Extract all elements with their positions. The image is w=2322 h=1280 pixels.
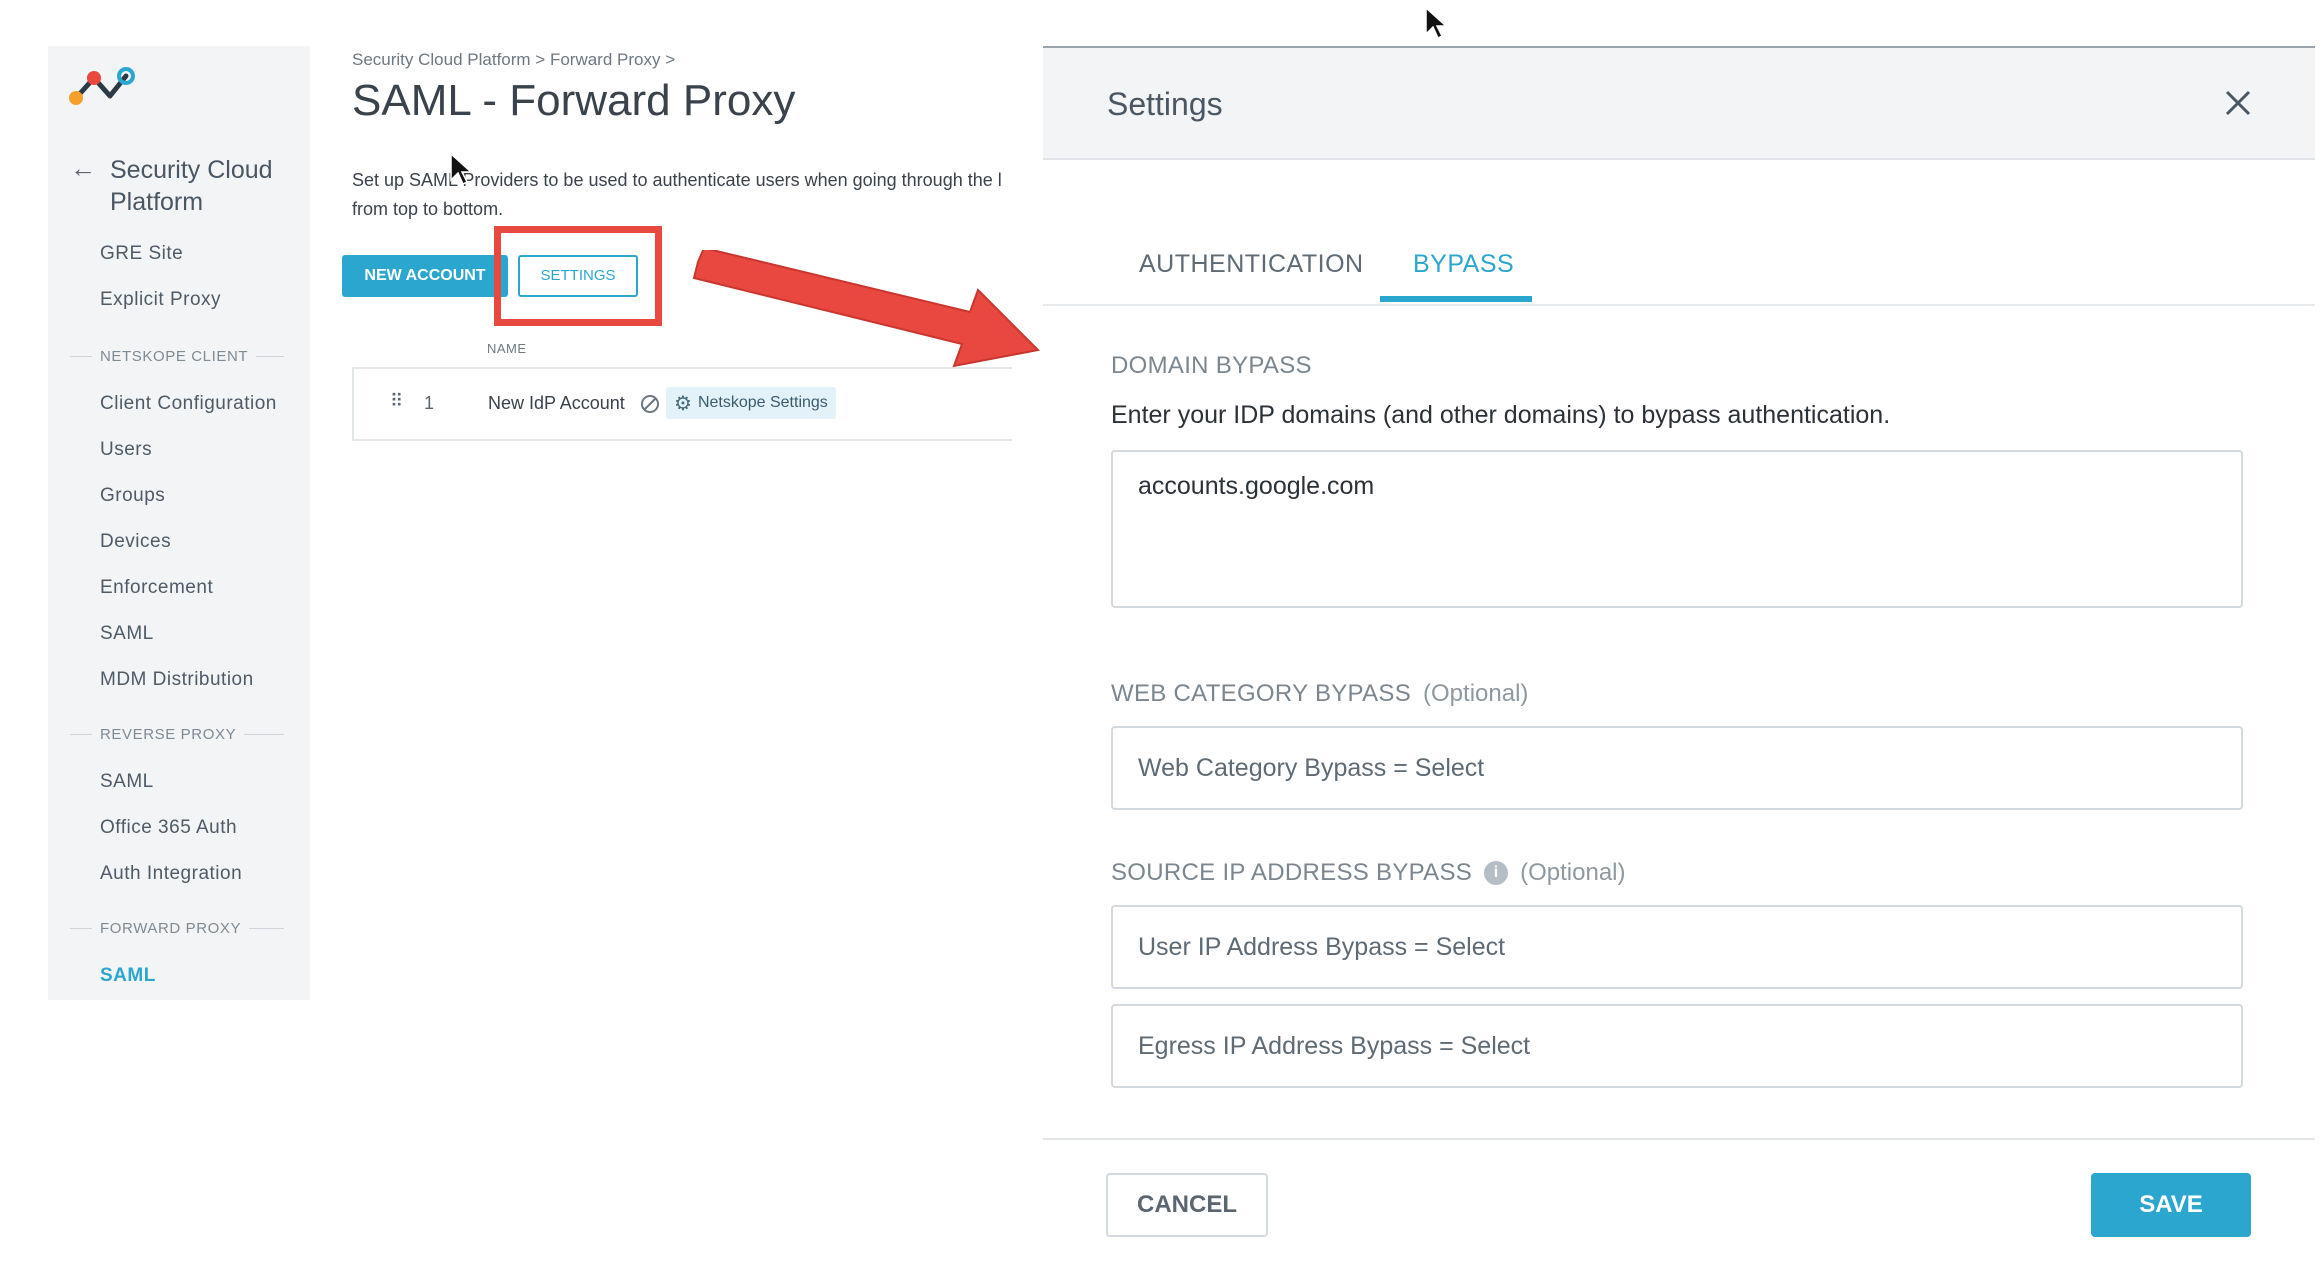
new-account-button[interactable]: NEW ACCOUNT: [342, 255, 508, 297]
description-line-2: from top to bottom.: [352, 199, 504, 219]
sidebar-item-saml-forward[interactable]: SAML: [100, 965, 156, 987]
back-link[interactable]: ← Security Cloud Platform: [70, 154, 310, 218]
section-title: REVERSE PROXY: [100, 726, 237, 743]
sidebar-section-netskope-client: NETSKOPE CLIENT: [70, 348, 284, 365]
gear-icon: ⚙: [674, 392, 692, 415]
footer-divider: [1043, 1138, 2315, 1140]
close-icon[interactable]: [2221, 86, 2255, 120]
sidebar-item-saml-reverse[interactable]: SAML: [100, 771, 154, 793]
sidebar-item-enforcement[interactable]: Enforcement: [100, 577, 213, 599]
web-category-bypass-select[interactable]: Web Category Bypass = Select: [1111, 726, 2243, 810]
chip-label: Netskope Settings: [697, 394, 828, 411]
web-category-bypass-title: WEB CATEGORY BYPASS: [1111, 680, 1412, 707]
sidebar-item-saml-client[interactable]: SAML: [100, 623, 154, 645]
domain-bypass-input[interactable]: accounts.google.com: [1111, 450, 2243, 608]
settings-modal: Settings AUTHENTICATION BYPASS DOMAIN BY…: [1043, 46, 2315, 1280]
web-category-bypass-heading: WEB CATEGORY BYPASS (Optional): [1111, 680, 1528, 708]
sidebar-item-groups[interactable]: Groups: [100, 485, 165, 507]
sidebar-item-devices[interactable]: Devices: [100, 531, 171, 553]
modal-title: Settings: [1107, 86, 1223, 122]
disabled-icon: [641, 395, 659, 413]
domain-bypass-heading: DOMAIN BYPASS: [1111, 352, 1312, 379]
sidebar-item-mdm-distribution[interactable]: MDM Distribution: [100, 669, 254, 691]
tab-authentication[interactable]: AUTHENTICATION: [1139, 250, 1364, 279]
sidebar-item-users[interactable]: Users: [100, 439, 152, 461]
section-title: NETSKOPE CLIENT: [100, 348, 249, 365]
table-row[interactable]: ⠿ 1 New IdP Account ⚙ Netskope Settings: [352, 367, 1012, 441]
optional-label: (Optional): [1520, 859, 1626, 886]
settings-highlight-box: [494, 226, 662, 326]
column-header-name: NAME: [487, 341, 527, 356]
user-ip-bypass-select[interactable]: User IP Address Bypass = Select: [1111, 905, 2243, 989]
active-tab-indicator: [1380, 296, 1532, 302]
modal-header: Settings: [1043, 48, 2315, 160]
annotation-arrow: [692, 250, 1040, 368]
sidebar-item-auth-integration[interactable]: Auth Integration: [100, 863, 242, 885]
section-title: FORWARD PROXY: [100, 920, 242, 937]
netskope-settings-chip[interactable]: ⚙ Netskope Settings: [666, 387, 836, 419]
domain-bypass-description: Enter your IDP domains (and other domain…: [1111, 401, 1891, 429]
netskope-logo[interactable]: [68, 66, 136, 106]
modal-tabs: AUTHENTICATION BYPASS: [1043, 160, 2315, 306]
cancel-button[interactable]: CANCEL: [1106, 1173, 1268, 1237]
tab-bypass[interactable]: BYPASS: [1413, 250, 1514, 279]
sidebar-item-office-365-auth[interactable]: Office 365 Auth: [100, 817, 237, 839]
source-ip-bypass-title: SOURCE IP ADDRESS BYPASS: [1111, 859, 1473, 886]
breadcrumb[interactable]: Security Cloud Platform > Forward Proxy …: [352, 50, 675, 70]
sidebar-item-gre-site[interactable]: GRE Site: [100, 243, 183, 265]
egress-ip-bypass-select[interactable]: Egress IP Address Bypass = Select: [1111, 1004, 2243, 1088]
back-link-label: Security Cloud Platform: [110, 156, 273, 216]
row-index: 1: [424, 393, 435, 413]
row-account-name[interactable]: New IdP Account: [488, 393, 625, 414]
optional-label: (Optional): [1423, 680, 1529, 707]
arrow-left-icon: ←: [70, 153, 96, 183]
save-button[interactable]: SAVE: [2091, 1173, 2251, 1237]
source-ip-bypass-heading: SOURCE IP ADDRESS BYPASS i (Optional): [1111, 859, 1625, 887]
mouse-cursor-icon: [1425, 6, 1448, 40]
sidebar-item-explicit-proxy[interactable]: Explicit Proxy: [100, 289, 221, 311]
drag-handle-icon[interactable]: ⠿: [390, 391, 403, 412]
sidebar-section-forward-proxy: FORWARD PROXY: [70, 920, 284, 937]
sidebar-section-reverse-proxy: REVERSE PROXY: [70, 726, 284, 743]
mouse-cursor-icon: [450, 152, 473, 186]
info-icon[interactable]: i: [1484, 861, 1509, 885]
page-title: SAML - Forward Proxy: [352, 76, 796, 125]
sidebar-item-client-configuration[interactable]: Client Configuration: [100, 393, 277, 415]
